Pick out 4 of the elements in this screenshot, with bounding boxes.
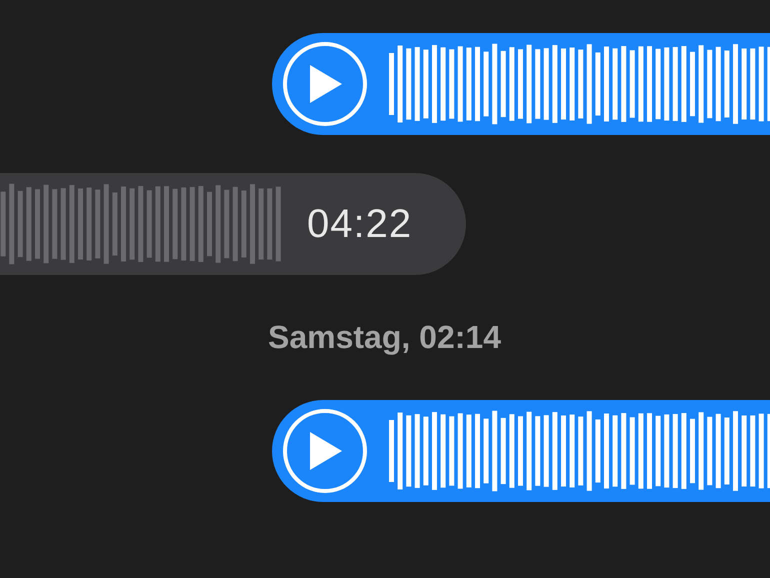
play-button[interactable] <box>283 409 367 493</box>
timestamp-label: Samstag, 02:14 <box>268 318 501 356</box>
play-button[interactable] <box>283 42 367 126</box>
duration-label: 04:22 <box>307 202 412 246</box>
